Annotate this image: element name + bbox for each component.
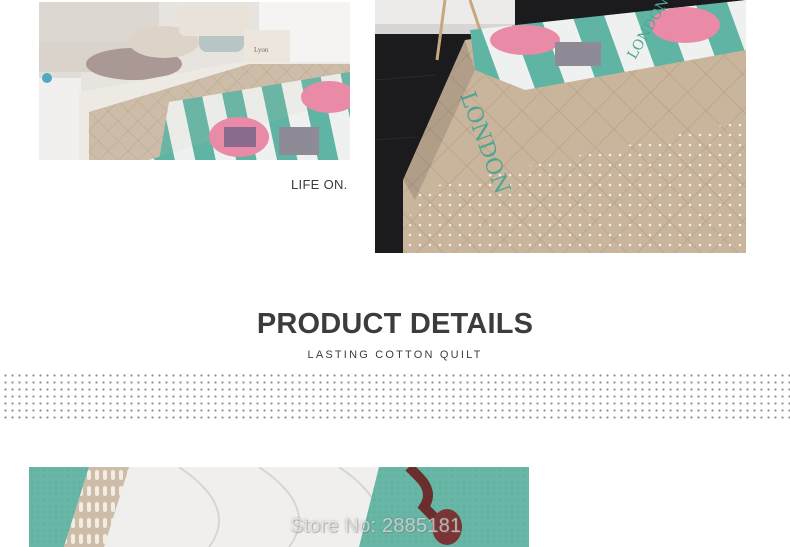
- bedroom-photo: Lyon: [39, 2, 350, 160]
- section-subtitle: LASTING COTTON QUILT: [307, 349, 483, 361]
- quilt-closeup-photo: LONDON LONDON: [375, 0, 746, 253]
- tagline: LIFE ON.: [291, 177, 348, 192]
- dotted-divider: [0, 370, 790, 422]
- store-watermark: Store No: 2885181: [290, 515, 462, 537]
- section-title: PRODUCT DETAILS: [256, 308, 534, 340]
- svg-text:Lyon: Lyon: [254, 46, 269, 54]
